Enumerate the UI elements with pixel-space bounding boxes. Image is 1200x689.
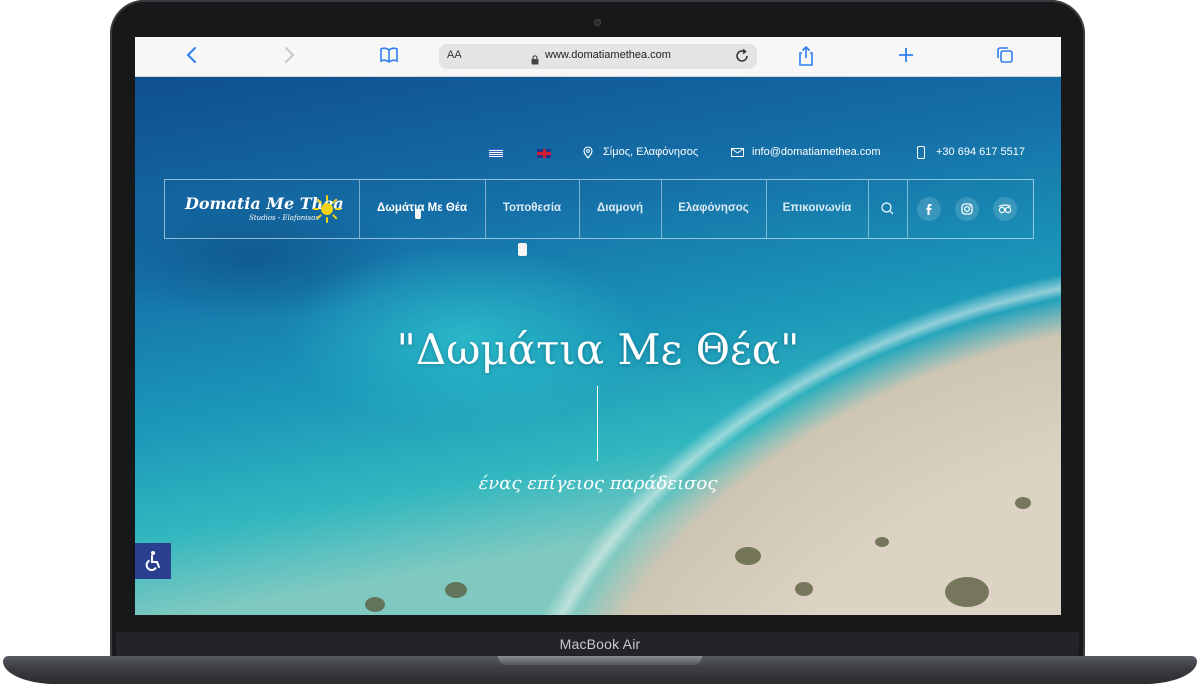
main-nav: Domatia Me Thea Studios - Elafonisos Δωμ…	[164, 179, 1034, 239]
nav-item-contact[interactable]: Επικοινωνία	[766, 180, 869, 238]
hero-subtitle: ένας επίγειος παράδεισος	[478, 473, 718, 494]
nav-item-elafonisos-label: Ελαφόνησος	[678, 202, 749, 214]
search-icon	[881, 202, 894, 220]
nav-item-location-label: Τοποθεσία	[502, 202, 562, 214]
english-flag-icon[interactable]	[537, 149, 551, 158]
nav-item-stay[interactable]: Διαμονή	[579, 180, 662, 238]
logo[interactable]: Domatia Me Thea Studios - Elafonisos	[165, 180, 360, 238]
greek-flag-icon[interactable]	[489, 149, 503, 158]
sun-icon	[312, 194, 342, 229]
email-link[interactable]: info@domatiamethea.com	[752, 146, 881, 158]
shrub	[1015, 497, 1031, 509]
shrub	[365, 597, 385, 612]
nav-item-location[interactable]: Τοποθεσία	[485, 180, 580, 238]
hero-section: Σίμος, Ελαφόνησος info@domatiamethea.com…	[135, 77, 1061, 615]
tabs-overview-icon[interactable]	[995, 45, 1015, 69]
shrub	[735, 547, 761, 565]
shrub	[875, 537, 889, 547]
screen: AA www.domatiamethea.com Σίμος, Ελαφόνησ…	[135, 37, 1061, 615]
text-size-button[interactable]: AA	[447, 49, 462, 61]
url-text: www.domatiamethea.com	[545, 49, 671, 61]
phone-link[interactable]: +30 694 617 5517	[936, 146, 1025, 158]
back-icon[interactable]	[185, 45, 199, 69]
shrub	[445, 582, 467, 598]
camera	[594, 19, 601, 26]
boat	[518, 243, 527, 256]
search-button[interactable]	[868, 180, 908, 238]
share-icon[interactable]	[797, 45, 815, 71]
accessibility-button[interactable]	[135, 543, 171, 579]
new-tab-icon[interactable]	[897, 45, 915, 69]
location-text: Σίμος, Ελαφόνησος	[603, 146, 699, 158]
nav-item-rooms-label: Δωμάτια Με Θέα	[376, 202, 468, 214]
facebook-icon[interactable]	[917, 197, 941, 221]
lock-icon	[531, 50, 539, 69]
instagram-icon[interactable]	[955, 197, 979, 221]
hero-title: "Δωμάτια Με Θέα"	[396, 325, 800, 374]
laptop-notch	[498, 656, 702, 665]
shrub	[795, 582, 813, 596]
reload-icon[interactable]	[734, 48, 750, 68]
shrub	[945, 577, 989, 607]
nav-item-elafonisos[interactable]: Ελαφόνησος	[661, 180, 767, 238]
location-icon	[583, 146, 593, 162]
nav-item-rooms[interactable]: Δωμάτια Με Θέα	[359, 180, 486, 238]
forward-icon[interactable]	[282, 45, 296, 69]
wheelchair-icon	[143, 550, 163, 576]
browser-toolbar: AA www.domatiamethea.com	[135, 37, 1061, 77]
nav-item-stay-label: Διαμονή	[596, 202, 643, 214]
bookmarks-icon[interactable]	[379, 45, 399, 69]
tripadvisor-icon[interactable]	[993, 197, 1017, 221]
address-bar[interactable]: AA www.domatiamethea.com	[439, 44, 757, 69]
hero-divider	[597, 386, 598, 461]
nav-item-contact-label: Επικοινωνία	[782, 202, 852, 214]
device-label: MacBook Air	[559, 636, 641, 652]
logo-subtitle: Studios - Elafonisos	[249, 214, 319, 222]
email-icon	[731, 148, 744, 160]
phone-icon	[917, 146, 925, 162]
